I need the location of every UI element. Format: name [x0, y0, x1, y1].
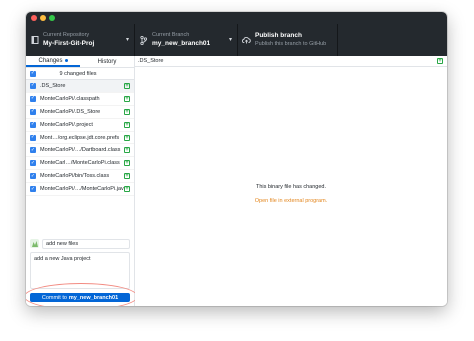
branch-icon	[139, 34, 148, 46]
file-checkbox[interactable]: ✓	[30, 160, 36, 167]
binary-file-message: This binary file has changed.	[255, 184, 326, 190]
tab-changes-label: Changes	[38, 57, 63, 64]
list-item[interactable]: ✓ MonteCarloPi/…/MonteCarloPi.java +	[26, 183, 134, 197]
title-bar	[26, 12, 447, 24]
diff-panel: .DS_Store + This binary file has changed…	[135, 56, 447, 306]
commit-button-prefix: Commit to	[41, 294, 67, 301]
current-branch-dropdown[interactable]: Current Branch my_new_branch01 ▾	[135, 24, 238, 56]
minimize-window-button[interactable]	[40, 15, 46, 21]
commit-description-input[interactable]: add a new Java project	[30, 252, 130, 289]
list-item[interactable]: ✓ MonteCarloPi/.classpath +	[26, 93, 134, 106]
changed-files-header: ✓ 9 changed files	[26, 68, 134, 80]
added-file-icon: +	[124, 134, 130, 141]
file-name: .DS_Store	[40, 82, 66, 89]
file-checkbox[interactable]: ✓	[30, 147, 36, 154]
changed-file-list: ✓ .DS_Store + ✓ MonteCarloPi/.classpath …	[26, 80, 134, 197]
file-name: MonteCarloPi/.DS_Store	[40, 108, 101, 115]
added-file-icon: +	[124, 147, 130, 154]
publish-branch-button[interactable]: Publish branch Publish this branch to Gi…	[238, 24, 338, 56]
tab-history[interactable]: History	[80, 56, 134, 67]
tab-changes[interactable]: Changes	[26, 56, 80, 67]
cloud-upload-icon	[242, 34, 251, 46]
changes-sidebar: Changes History ✓ 9 changed files ✓ .DS_…	[26, 56, 138, 306]
commit-summary-row: add new files	[30, 238, 130, 249]
added-file-icon: +	[437, 58, 443, 64]
list-item[interactable]: ✓ .DS_Store +	[26, 80, 134, 93]
file-name: MonteCarloPi/bin/Toss.class	[40, 173, 110, 180]
chevron-down-icon: ▾	[125, 37, 129, 43]
toolbar: Current Repository My-First-Git-Proj ▾ C…	[26, 24, 447, 56]
diff-file-path: .DS_Store	[138, 58, 164, 64]
commit-area: add new files add a new Java project Com…	[26, 235, 138, 306]
current-repository-dropdown[interactable]: Current Repository My-First-Git-Proj ▾	[26, 24, 135, 56]
file-name: MonteCarloPi/…/Dartboard.class	[40, 147, 121, 154]
close-window-button[interactable]	[31, 15, 37, 21]
list-item[interactable]: ✓ Mont…/org.eclipse.jdt.core.prefs +	[26, 132, 134, 145]
commit-summary-input[interactable]: add new files	[42, 238, 130, 249]
file-checkbox[interactable]: ✓	[30, 108, 36, 115]
file-checkbox[interactable]: ✓	[30, 121, 36, 128]
list-item[interactable]: ✓ MonteCarloPi/.DS_Store +	[26, 106, 134, 119]
commit-button-branch: my_new_branch01	[68, 294, 119, 301]
file-name: MonteCarloPi/…/MonteCarloPi.java	[40, 186, 124, 193]
file-name: MonteCarloPi/.classpath	[40, 95, 100, 102]
file-checkbox[interactable]: ✓	[30, 186, 36, 193]
list-item[interactable]: ✓ MonteCarl…/MonteCarloPi.class +	[26, 157, 134, 171]
publish-subtitle: Publish this branch to GitHub	[255, 40, 327, 47]
open-external-link[interactable]: Open file in external program.	[135, 198, 447, 204]
branch-name: my_new_branch01	[152, 39, 211, 47]
tab-history-label: History	[97, 58, 117, 65]
repo-icon	[30, 34, 39, 46]
avatar	[30, 239, 39, 248]
added-file-icon: +	[124, 121, 130, 128]
chevron-down-icon: ▾	[228, 37, 232, 43]
branch-label: Current Branch	[152, 32, 190, 38]
added-file-icon: +	[124, 82, 130, 89]
changes-indicator-dot	[64, 59, 68, 62]
added-file-icon: +	[124, 108, 130, 115]
zoom-window-button[interactable]	[49, 15, 55, 21]
file-checkbox[interactable]: ✓	[30, 134, 36, 141]
list-item[interactable]: ✓ MonteCarloPi/…/Dartboard.class +	[26, 144, 134, 158]
added-file-icon: +	[124, 173, 130, 180]
added-file-icon: +	[124, 186, 130, 193]
file-checkbox[interactable]: ✓	[30, 95, 36, 102]
file-checkbox[interactable]: ✓	[30, 82, 36, 89]
sidebar-tabs: Changes History	[26, 56, 134, 68]
list-item[interactable]: ✓ MonteCarloPi/bin/Toss.class +	[26, 170, 134, 184]
repo-name: My-First-Git-Proj	[43, 39, 95, 47]
file-name: Mont…/org.eclipse.jdt.core.prefs	[40, 134, 120, 141]
list-item[interactable]: ✓ MonteCarloPi/.project +	[26, 119, 134, 132]
added-file-icon: +	[124, 160, 130, 167]
publish-title: Publish branch	[255, 32, 302, 39]
file-checkbox[interactable]: ✓	[30, 173, 36, 180]
repo-label: Current Repository	[43, 32, 90, 38]
commit-button[interactable]: Commit to my_new_branch01	[30, 293, 130, 302]
file-name: MonteCarloPi/.project	[40, 121, 93, 128]
added-file-icon: +	[124, 95, 130, 102]
diff-body: This binary file has changed. Open file …	[135, 67, 447, 306]
app-window: Current Repository My-First-Git-Proj ▾ C…	[26, 12, 447, 306]
changed-files-count: 9 changed files	[59, 70, 97, 77]
diff-header: .DS_Store +	[135, 56, 447, 67]
file-name: MonteCarl…/MonteCarloPi.class	[40, 160, 120, 167]
